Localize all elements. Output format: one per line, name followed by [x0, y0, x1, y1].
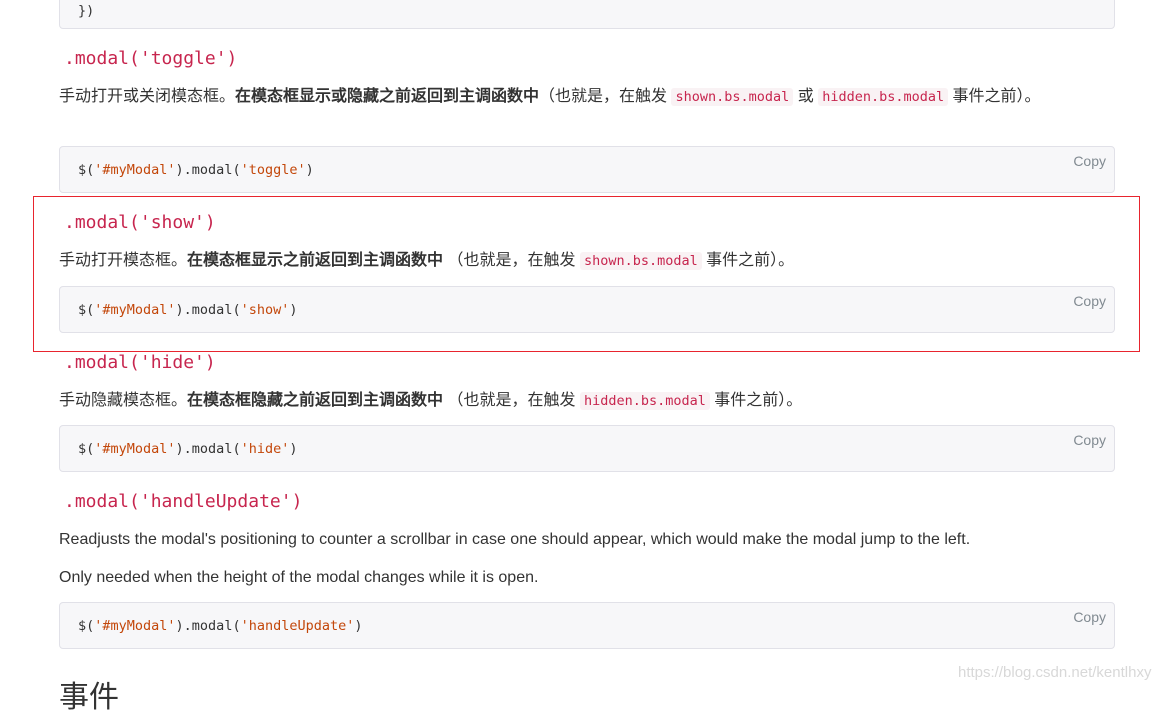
inline-code: shown.bs.modal	[579, 252, 702, 270]
desc-bold: 在模态框显示或隐藏之前返回到主调函数中	[235, 88, 540, 105]
copy-button[interactable]: Copy	[1073, 609, 1106, 625]
code-block-previous: })	[59, 0, 1115, 29]
code-text: $('#myModal').modal('show')	[78, 302, 298, 318]
code-text: $('#myModal').modal('toggle')	[78, 162, 314, 178]
code-block-show: $('#myModal').modal('show') Copy	[59, 286, 1115, 333]
method-heading-toggle: .modal('toggle')	[64, 48, 238, 69]
copy-button[interactable]: Copy	[1073, 432, 1106, 448]
code-block-toggle: $('#myModal').modal('toggle') Copy	[59, 146, 1115, 193]
watermark: https://blog.csdn.net/kentlhxy	[958, 664, 1152, 681]
inline-code: hidden.bs.modal	[818, 88, 949, 106]
desc-text: 事件之前）。	[709, 392, 803, 409]
inline-code: hidden.bs.modal	[579, 392, 710, 410]
method-heading-hide: .modal('hide')	[64, 352, 216, 373]
method-description-show: 手动打开模态框。在模态框显示之前返回到主调函数中 （也就是，在触发 shown.…	[59, 248, 1099, 274]
desc-text: （也就是，在触发	[443, 252, 580, 269]
desc-text: 手动打开模态框。	[59, 252, 188, 269]
code-text: $('#myModal').modal('handleUpdate')	[78, 618, 363, 634]
code-text: $('#myModal').modal('hide')	[78, 441, 298, 457]
method-note-handleupdate: Only needed when the height of the modal…	[59, 569, 539, 586]
section-heading-events: 事件	[59, 681, 119, 714]
desc-text: 手动打开或关闭模态框。	[59, 88, 236, 105]
inline-code: shown.bs.modal	[671, 88, 794, 106]
code-block-handleupdate: $('#myModal').modal('handleUpdate') Copy	[59, 602, 1115, 649]
desc-bold: 在模态框显示之前返回到主调函数中	[187, 252, 444, 269]
desc-text: 事件之前）。	[948, 88, 1041, 105]
method-description-toggle: 手动打开或关闭模态框。在模态框显示或隐藏之前返回到主调函数中（也就是，在触发 s…	[59, 84, 1099, 110]
method-description-hide: 手动隐藏模态框。在模态框隐藏之前返回到主调函数中 （也就是，在触发 hidden…	[59, 388, 1099, 414]
copy-button[interactable]: Copy	[1073, 293, 1106, 309]
desc-text: （也就是，在触发	[539, 88, 672, 105]
desc-text: 事件之前）。	[701, 252, 795, 269]
method-description-handleupdate: Readjusts the modal's positioning to cou…	[59, 531, 971, 548]
method-heading-handleupdate: .modal('handleUpdate')	[64, 491, 303, 512]
code-text: })	[78, 3, 95, 19]
copy-button[interactable]: Copy	[1073, 153, 1106, 169]
method-heading-show: .modal('show')	[64, 212, 216, 233]
code-block-hide: $('#myModal').modal('hide') Copy	[59, 425, 1115, 472]
desc-text: 或	[793, 88, 819, 105]
desc-bold: 在模态框隐藏之前返回到主调函数中	[187, 392, 444, 409]
desc-text: 手动隐藏模态框。	[59, 392, 188, 409]
desc-text: （也就是，在触发	[443, 392, 580, 409]
